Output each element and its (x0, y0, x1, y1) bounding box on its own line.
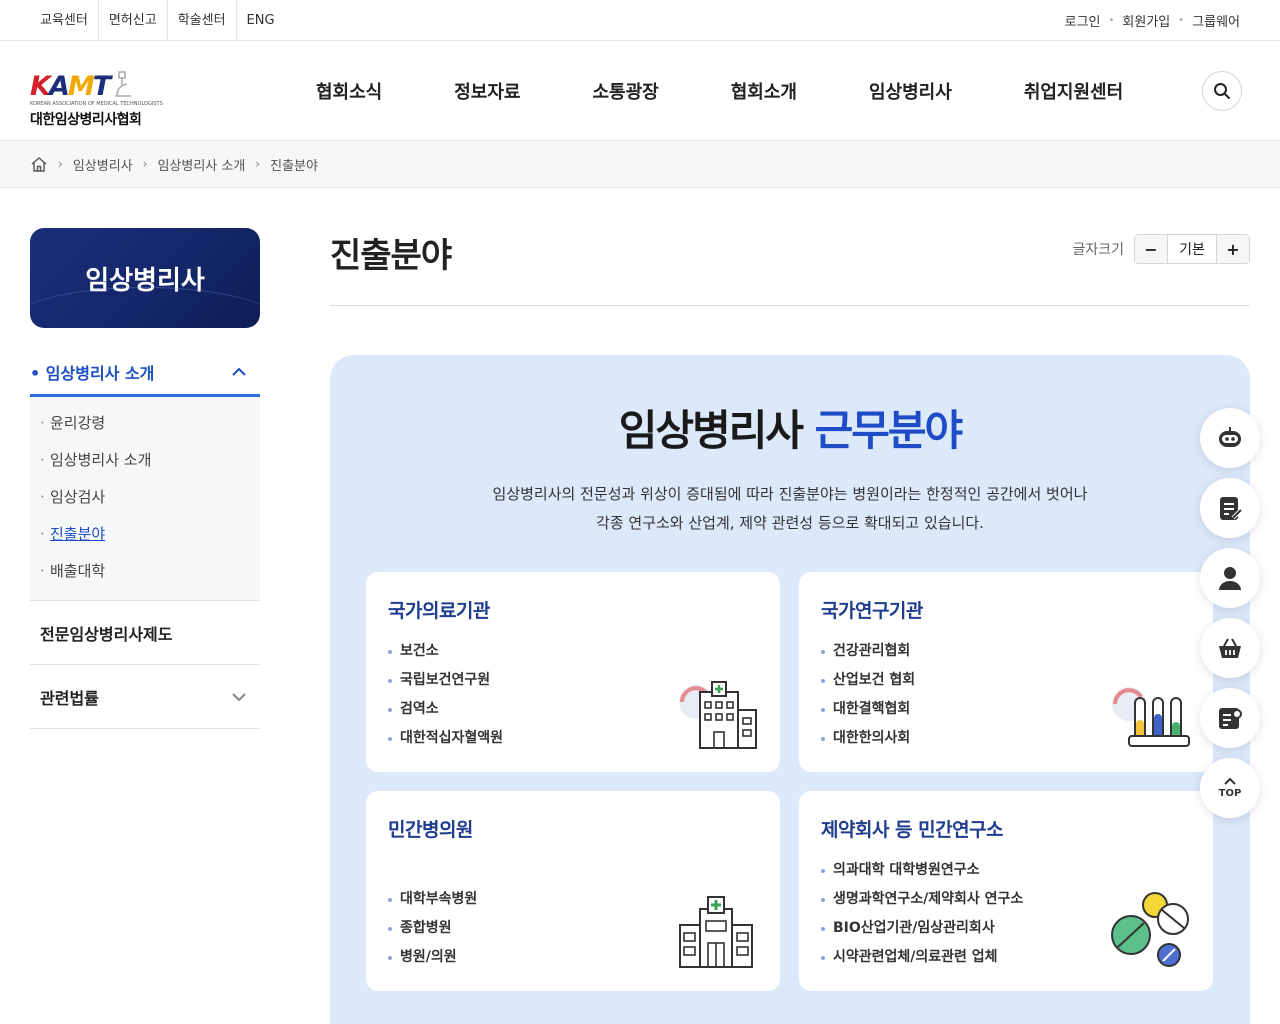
signup-link[interactable]: 회원가입 (1122, 11, 1170, 30)
breadcrumb-item[interactable]: 임상병리사 (73, 155, 133, 174)
font-size-label: 글자크기 (1072, 242, 1124, 258)
quick-profile-card-button[interactable] (1200, 688, 1260, 748)
card-pharma-private-research: 제약회사 등 민간연구소 의과대학 대학병원연구소 생명과학연구소/제약회사 연… (799, 791, 1213, 991)
card-national-medical: 국가의료기관 보건소 국립보건연구원 검역소 대한적십자혈액원 (366, 572, 780, 772)
panel-heading: 임상병리사 근무분야 (330, 397, 1250, 458)
nav-info-resources[interactable]: 정보자료 (454, 78, 520, 104)
side-item-laws[interactable]: 관련법률 (30, 665, 260, 729)
submenu-career-fields[interactable]: 진출분야 (30, 516, 260, 553)
description-line-1: 임상병리사의 전문성과 위상이 증대됨에 따라 진출분야는 병원이라는 한정적인… (492, 485, 1088, 503)
link-license-report[interactable]: 면허신고 (99, 0, 168, 41)
card-national-research: 국가연구기관 건강관리협회 산업보건 협회 대한결핵협회 대한한의사회 (799, 572, 1213, 772)
card-private-hospitals: 민간병의원 대학부속병원 종합병원 병원/의원 (366, 791, 780, 991)
nav-about[interactable]: 협회소개 (731, 78, 797, 104)
side-submenu: 윤리강령 임상병리사 소개 임상검사 진출분야 배출대학 (30, 397, 260, 601)
submenu-universities[interactable]: 배출대학 (30, 553, 260, 590)
scroll-top-button[interactable]: TOP (1200, 758, 1260, 818)
login-link[interactable]: 로그인 (1065, 11, 1101, 30)
font-increase-button[interactable]: + (1217, 235, 1249, 263)
link-academic-center[interactable]: 학술센터 (168, 0, 237, 41)
chevron-right-icon: › (58, 157, 63, 171)
content-wrapper: 임상병리사 • 임상병리사 소개 윤리강령 임상병리사 소개 임상검사 진출분야… (0, 188, 1280, 1024)
quick-document-button[interactable] (1200, 478, 1260, 538)
hospital-icon (679, 681, 757, 749)
side-item-label: 관련법률 (40, 688, 99, 708)
logo-mark: KAMT (30, 70, 170, 100)
quick-basket-button[interactable] (1200, 618, 1260, 678)
site-header: KAMT KOREAN ASSOCIATION OF MEDICAL TECHN… (0, 41, 1280, 141)
chevron-right-icon: › (142, 157, 148, 171)
side-item-specialist[interactable]: 전문임상병리사제도 (30, 601, 260, 665)
card-title: 국가의료기관 (388, 600, 490, 622)
font-default-button[interactable]: 기본 (1167, 235, 1217, 263)
chevron-down-icon (232, 692, 246, 701)
side-active-label: • 임상병리사 소개 (30, 364, 155, 383)
nav-job-center[interactable]: 취업지원센터 (1024, 78, 1123, 104)
separator-dot: • (1178, 14, 1185, 26)
card-title: 국가연구기관 (821, 600, 923, 622)
separator-dot: • (1108, 14, 1115, 26)
side-active-text: 임상병리사 소개 (45, 364, 155, 383)
list-item: 보건소 (388, 637, 758, 666)
link-english[interactable]: ENG (237, 0, 285, 41)
hospital-building-icon (679, 896, 753, 968)
quick-chatbot-button[interactable] (1200, 408, 1260, 468)
list-item: 건강관리협회 (821, 637, 1191, 666)
main-nav: 협회소식 정보자료 소통광장 협회소개 임상병리사 취업지원센터 (316, 78, 1123, 104)
test-tubes-icon (1112, 687, 1190, 747)
pills-icon (1111, 892, 1189, 967)
link-education-center[interactable]: 교육센터 (30, 0, 99, 41)
basket-icon (1219, 638, 1241, 658)
breadcrumb-current: 진출분야 (270, 158, 318, 174)
card-title: 제약회사 등 민간연구소 (821, 819, 1004, 841)
breadcrumb: › 임상병리사 › 임상병리사 소개 › 진출분야 (0, 141, 1280, 188)
user-icon (1219, 567, 1241, 590)
divider (330, 305, 1250, 306)
document-edit-icon (1220, 497, 1243, 520)
quick-menu: TOP (1200, 408, 1260, 828)
home-icon[interactable] (30, 156, 48, 172)
card-title: 민간병의원 (388, 819, 473, 841)
quick-user-button[interactable] (1200, 548, 1260, 608)
chevron-right-icon: › (255, 157, 261, 171)
side-active-section[interactable]: • 임상병리사 소개 (30, 350, 260, 397)
font-size-buttons: − 기본 + (1134, 234, 1250, 264)
side-item-label: 전문임상병리사제도 (40, 624, 173, 644)
chatbot-icon (1219, 427, 1241, 447)
utility-links: 교육센터 면허신고 학술센터 ENG (30, 0, 285, 41)
description-line-2: 각종 연구소와 산업계, 제약 관련성 등으로 확대되고 있습니다. (596, 514, 984, 532)
breadcrumb-item[interactable]: 임상병리사 소개 (157, 155, 245, 174)
id-card-icon (1219, 708, 1242, 729)
site-logo[interactable]: KAMT KOREAN ASSOCIATION OF MEDICAL TECHN… (30, 56, 170, 128)
main-content: 진출분야 글자크기 − 기본 + 임상병리사 근무분야 임상병리사의 전문성과 … (330, 228, 1250, 1024)
utility-bar: 교육센터 면허신고 학술센터 ENG 로그인 • 회원가입 • 그룹웨어 (0, 0, 1280, 41)
submenu-clinical-tests[interactable]: 임상검사 (30, 479, 260, 516)
search-icon (1214, 83, 1230, 99)
side-title: 임상병리사 (30, 228, 260, 328)
nav-association-news[interactable]: 협회소식 (316, 78, 382, 104)
font-decrease-button[interactable]: − (1135, 235, 1167, 263)
nav-clinical-technologist[interactable]: 임상병리사 (869, 78, 952, 104)
groupware-link[interactable]: 그룹웨어 (1192, 11, 1240, 30)
logo-english-name: KOREAN ASSOCIATION OF MEDICAL TECHNOLOGI… (30, 100, 163, 107)
nav-community[interactable]: 소통광장 (593, 78, 659, 104)
side-nav: 임상병리사 • 임상병리사 소개 윤리강령 임상병리사 소개 임상검사 진출분야… (30, 228, 260, 729)
font-size-control: 글자크기 − 기본 + (1072, 234, 1250, 264)
logo-korean-name: 대한임상병리사협회 (30, 111, 142, 128)
chevron-up-icon (232, 367, 246, 376)
search-button[interactable] (1202, 71, 1242, 111)
scroll-top-label: TOP (1218, 788, 1242, 799)
list-item: 의과대학 대학병원연구소 (821, 856, 1191, 885)
panel-description: 임상병리사의 전문성과 위상이 증대됨에 따라 진출분야는 병원이라는 한정적인… (330, 480, 1250, 538)
panel-heading-blue: 근무분야 (814, 406, 964, 455)
chevron-up-icon (1224, 777, 1236, 785)
submenu-intro[interactable]: 임상병리사 소개 (30, 442, 260, 479)
account-links: 로그인 • 회원가입 • 그룹웨어 (1065, 11, 1240, 30)
submenu-ethics[interactable]: 윤리강령 (30, 405, 260, 442)
panel-heading-black: 임상병리사 (618, 406, 804, 455)
career-fields-panel: 임상병리사 근무분야 임상병리사의 전문성과 위상이 증대됨에 따라 진출분야는… (330, 355, 1250, 1024)
microscope-icon (115, 70, 132, 97)
